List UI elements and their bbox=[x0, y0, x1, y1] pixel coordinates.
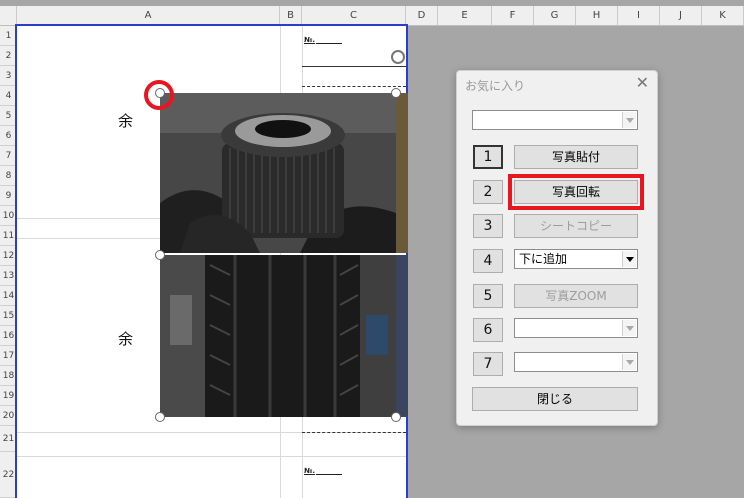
cell-border bbox=[302, 66, 406, 67]
row-2-number-button[interactable]: 2 bbox=[473, 180, 503, 204]
column-header-d[interactable]: D bbox=[406, 6, 438, 26]
column-header-e[interactable]: E bbox=[438, 6, 492, 26]
add-below-select-value: 下に追加 bbox=[519, 252, 568, 266]
add-below-select[interactable]: 下に追加 bbox=[514, 249, 638, 269]
chevron-down-icon[interactable] bbox=[622, 251, 636, 267]
paste-photo-button[interactable]: 写真貼付 bbox=[514, 145, 638, 169]
favorites-select[interactable] bbox=[472, 110, 638, 130]
row-5-number-button[interactable]: 5 bbox=[473, 284, 503, 308]
row-1-number-button[interactable]: 1 bbox=[473, 145, 503, 169]
highlight-rectangle bbox=[508, 174, 644, 210]
column-header-a[interactable]: A bbox=[17, 6, 280, 26]
chevron-down-icon[interactable] bbox=[622, 112, 636, 128]
dialog-title: お気に入り bbox=[465, 79, 526, 93]
row-6-number-button[interactable]: 6 bbox=[473, 318, 503, 342]
underline bbox=[316, 474, 342, 475]
photo-tire[interactable] bbox=[160, 255, 396, 417]
rotate-handle-icon[interactable] bbox=[391, 50, 405, 64]
column-header-h[interactable]: H bbox=[576, 6, 618, 26]
cell-border bbox=[302, 86, 406, 87]
row-7-select[interactable] bbox=[514, 352, 638, 372]
column-header-i[interactable]: I bbox=[618, 6, 660, 26]
column-header-b[interactable]: B bbox=[280, 6, 302, 26]
close-button[interactable]: 閉じる bbox=[472, 387, 638, 411]
column-header-j[interactable]: J bbox=[660, 6, 702, 26]
number-label: №. bbox=[304, 36, 316, 44]
number-label: №. bbox=[304, 467, 316, 475]
row-3-number-button[interactable]: 3 bbox=[473, 214, 503, 238]
select-all-corner[interactable] bbox=[0, 6, 17, 26]
row-4-number-button[interactable]: 4 bbox=[473, 249, 503, 273]
photo-oil-filter[interactable] bbox=[160, 93, 396, 253]
column-header-k[interactable]: K bbox=[702, 6, 744, 26]
photo-zoom-button[interactable]: 写真ZOOM bbox=[514, 284, 638, 308]
page-break-line bbox=[17, 24, 408, 26]
sheet-copy-button[interactable]: シートコピー bbox=[514, 214, 638, 238]
underline bbox=[316, 43, 342, 44]
resize-handle[interactable] bbox=[391, 88, 401, 98]
highlight-circle bbox=[144, 80, 174, 110]
column-header-f[interactable]: F bbox=[492, 6, 534, 26]
photo-side-strip[interactable] bbox=[396, 255, 408, 417]
gridline bbox=[17, 456, 406, 457]
column-header-c[interactable]: C bbox=[302, 6, 406, 26]
yo-text-bottom: 余 bbox=[118, 330, 134, 348]
row-6-select[interactable] bbox=[514, 318, 638, 338]
row-7-number-button[interactable]: 7 bbox=[473, 352, 503, 376]
cell-border bbox=[302, 432, 406, 433]
chevron-down-icon[interactable] bbox=[622, 320, 636, 336]
resize-handle[interactable] bbox=[391, 412, 401, 422]
column-header-g[interactable]: G bbox=[534, 6, 576, 26]
resize-handle[interactable] bbox=[155, 412, 165, 422]
page-break-line bbox=[15, 24, 17, 498]
photo-side-strip[interactable] bbox=[396, 93, 408, 253]
spreadsheet: A B C D E F G H I J K 1 2 3 4 5 6 7 8 9 … bbox=[0, 0, 744, 498]
resize-handle[interactable] bbox=[155, 250, 165, 260]
chevron-down-icon[interactable] bbox=[622, 354, 636, 370]
yo-text-top: 余 bbox=[118, 112, 134, 130]
close-icon[interactable]: ✕ bbox=[636, 73, 649, 92]
